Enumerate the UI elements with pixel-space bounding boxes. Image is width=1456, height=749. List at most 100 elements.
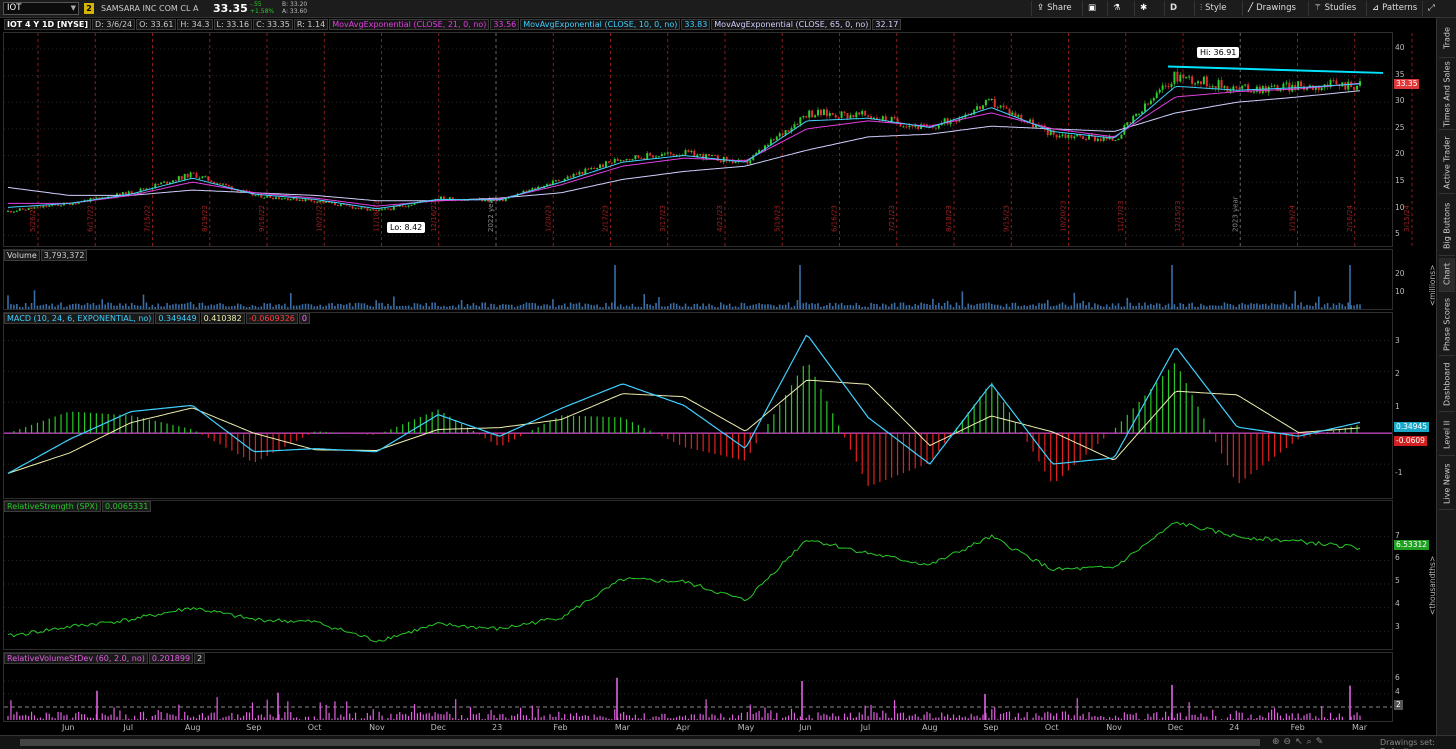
volume-bar [681, 306, 684, 309]
macd-zero: 0 [298, 313, 310, 324]
volume-bar [401, 305, 404, 309]
rvol-bar [849, 712, 852, 720]
macd-histogram-bar [301, 433, 304, 438]
volume-bar [920, 302, 922, 309]
sidebar-tab-times-and-sales[interactable]: Times And Sales [1439, 60, 1455, 130]
rvol-bar [437, 713, 439, 720]
rvol-bar [823, 713, 825, 720]
volume-bar [584, 303, 587, 309]
candle-body [1270, 85, 1273, 87]
rvol-bar [511, 715, 513, 720]
macd-histogram-bar [720, 433, 722, 456]
ema65-label[interactable]: MovAvgExponential (CLOSE, 65, 0, no) [711, 19, 872, 30]
rvol-bar [770, 710, 772, 720]
sidebar-tab-trade[interactable]: Trade [1439, 20, 1455, 58]
volume-bar [678, 305, 681, 309]
volume-bar [1035, 305, 1037, 309]
volume-bar [490, 303, 492, 309]
scrollbar-thumb[interactable] [20, 739, 1260, 746]
rvol-bar [1200, 713, 1202, 720]
volume-bar [643, 294, 646, 309]
zoom-in-icon[interactable]: ⊕ [1272, 737, 1284, 747]
rvol-bar [36, 718, 39, 720]
volume-bar [345, 304, 348, 309]
rvol-bar [1041, 717, 1043, 720]
volume-bar [914, 303, 917, 309]
ema21-label[interactable]: MovAvgExponential (CLOSE, 21, 0, no) [329, 19, 490, 30]
zoom-out-icon[interactable]: ⊖ [1284, 737, 1296, 747]
candle-body [319, 201, 322, 203]
rvol-bar [793, 712, 796, 720]
rvol-bar [567, 719, 569, 720]
macd-label[interactable]: MACD (10, 24, 6, EXPONENTIAL, no) [4, 313, 155, 324]
rvol-label[interactable]: RelativeVolumeStDev (60, 2.0, no) [4, 653, 148, 664]
volume-bar [958, 305, 961, 309]
volume-bar [658, 297, 660, 309]
rvol-bar [1197, 717, 1199, 720]
volume-bar [242, 305, 245, 309]
volume-bar [1300, 302, 1302, 309]
volume-bar [301, 304, 304, 309]
price-tick: 30 [1395, 96, 1405, 106]
macd-histogram-bar [567, 415, 569, 434]
macd-histogram-bar [855, 433, 857, 462]
volume-bar [228, 306, 230, 309]
macd-histogram-bar [590, 416, 592, 434]
volume-bar [372, 306, 375, 309]
sidebar-tab-active-trader[interactable]: Active Trader [1439, 132, 1455, 194]
sidebar-tab-level-ii[interactable]: Level II [1439, 414, 1455, 456]
sidebar-tab-phase-scores[interactable]: Phase Scores [1439, 294, 1455, 356]
horizontal-scrollbar[interactable] [20, 739, 1260, 746]
rvol-bar [184, 711, 186, 720]
candle-body [896, 118, 899, 123]
rvol-bar [181, 718, 183, 720]
volume-bar [313, 306, 316, 309]
candle-body [1046, 129, 1049, 136]
drawings-set-label[interactable]: Drawings set: Default [1380, 738, 1456, 749]
zoom-controls[interactable]: ⊕⊖↖⌕✎ [1272, 737, 1327, 747]
pencil-icon[interactable]: ✎ [1316, 737, 1328, 747]
macd-histogram-bar [1238, 433, 1240, 484]
rvol-bar [410, 711, 413, 720]
volume-bar [1155, 303, 1158, 309]
cursor-icon[interactable]: ↖ [1295, 737, 1307, 747]
ema10-label[interactable]: MovAvgExponential (CLOSE, 10, 0, no) [520, 19, 681, 30]
sidebar-tab-live-news[interactable]: Live News [1439, 458, 1455, 510]
rvol-bar [125, 714, 127, 720]
rvol-bar [331, 718, 333, 720]
magnifier-icon[interactable]: ⌕ [1307, 737, 1316, 747]
sidebar-tab-dashboard[interactable]: Dashboard [1439, 358, 1455, 412]
volume-bar [1332, 303, 1335, 309]
macd-histogram-bar [372, 433, 374, 435]
macd-histogram-bar [1191, 394, 1193, 434]
volume-bar [655, 302, 657, 309]
volume-bar [687, 306, 690, 309]
rs-header: RelativeStrength (SPX) 0.0065331 [4, 501, 152, 512]
rs-label[interactable]: RelativeStrength (SPX) [4, 501, 102, 512]
rvol-bar [366, 712, 368, 720]
macd-histogram-bar [390, 429, 392, 434]
rvol-bar [1073, 715, 1075, 720]
rvol-bar [461, 715, 463, 720]
candle-body [1238, 87, 1241, 89]
volume-bar [1117, 303, 1120, 309]
rvol-bar [1164, 711, 1167, 720]
chart-canvas[interactable]: 5/26/22 6/17/22 7/15/22 8/19/22 9/16/22 10/21… [0, 0, 1436, 735]
rvol-bar [490, 709, 492, 720]
month-label: Jun [799, 723, 812, 732]
rvol-bar [670, 718, 672, 720]
macd-histogram-bar [1350, 426, 1352, 434]
macd-histogram-bar [643, 427, 645, 434]
volume-label[interactable]: Volume [4, 250, 40, 261]
rvol-bar [838, 716, 840, 720]
sidebar-tab-chart[interactable]: Chart [1439, 258, 1455, 292]
candle-body [354, 207, 357, 209]
volume-bar [304, 303, 307, 309]
rvol-bar [1135, 712, 1137, 720]
volume-bar [802, 303, 805, 309]
candle-body [280, 198, 283, 200]
rvol-bar [219, 719, 221, 720]
rvol-bar [334, 701, 336, 720]
sidebar-tab-big-buttons[interactable]: Big Buttons [1439, 196, 1455, 256]
rvol-bar [952, 714, 955, 720]
